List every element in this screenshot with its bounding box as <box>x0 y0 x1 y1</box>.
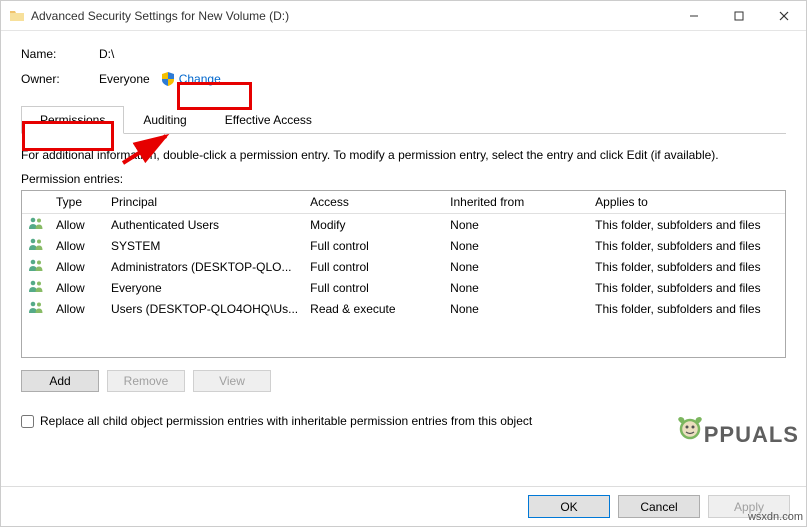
watermark-text: PPUALS <box>704 422 799 448</box>
cell-applies: This folder, subfolders and files <box>589 214 785 236</box>
owner-row: Owner: Everyone Change <box>21 71 786 87</box>
cell-applies: This folder, subfolders and files <box>589 298 785 319</box>
tab-effective-access[interactable]: Effective Access <box>206 106 331 134</box>
dialog-footer: OK Cancel Apply <box>1 486 806 526</box>
users-icon <box>22 256 50 277</box>
ok-button[interactable]: OK <box>528 495 610 518</box>
cell-type: Allow <box>50 214 105 236</box>
col-principal-header[interactable]: Principal <box>105 191 304 214</box>
owner-value: Everyone <box>99 72 150 86</box>
cell-principal: Everyone <box>105 277 304 298</box>
close-button[interactable] <box>761 1 806 30</box>
tab-info-text: For additional information, double-click… <box>21 148 786 162</box>
cell-applies: This folder, subfolders and files <box>589 256 785 277</box>
cell-access: Read & execute <box>304 298 444 319</box>
window-title: Advanced Security Settings for New Volum… <box>31 9 671 23</box>
col-icon-header[interactable] <box>22 191 50 214</box>
table-row[interactable]: AllowAuthenticated UsersModifyNoneThis f… <box>22 214 785 236</box>
owner-label: Owner: <box>21 72 99 86</box>
users-icon <box>22 235 50 256</box>
table-row[interactable]: AllowEveryoneFull controlNoneThis folder… <box>22 277 785 298</box>
cell-access: Full control <box>304 277 444 298</box>
entry-buttons-row: Add Remove View <box>21 370 786 392</box>
maximize-button[interactable] <box>716 1 761 30</box>
cell-access: Full control <box>304 235 444 256</box>
cell-inherited: None <box>444 256 589 277</box>
users-icon <box>22 298 50 319</box>
table-row[interactable]: AllowUsers (DESKTOP-QLO4OHQ\Us...Read & … <box>22 298 785 319</box>
cell-type: Allow <box>50 256 105 277</box>
tab-auditing[interactable]: Auditing <box>124 106 205 134</box>
col-type-header[interactable]: Type <box>50 191 105 214</box>
remove-button: Remove <box>107 370 185 392</box>
col-access-header[interactable]: Access <box>304 191 444 214</box>
cell-applies: This folder, subfolders and files <box>589 277 785 298</box>
cell-inherited: None <box>444 298 589 319</box>
view-button: View <box>193 370 271 392</box>
users-icon <box>22 277 50 298</box>
cell-inherited: None <box>444 214 589 236</box>
users-icon <box>22 214 50 236</box>
cell-inherited: None <box>444 235 589 256</box>
window-controls <box>671 1 806 30</box>
cell-principal: Authenticated Users <box>105 214 304 236</box>
cell-type: Allow <box>50 235 105 256</box>
cell-access: Full control <box>304 256 444 277</box>
cell-type: Allow <box>50 298 105 319</box>
cell-inherited: None <box>444 277 589 298</box>
replace-checkbox-label: Replace all child object permission entr… <box>40 414 532 428</box>
minimize-button[interactable] <box>671 1 716 30</box>
watermark-url: wsxdn.com <box>748 511 803 523</box>
name-value: D:\ <box>99 47 114 61</box>
cell-access: Modify <box>304 214 444 236</box>
add-button[interactable]: Add <box>21 370 99 392</box>
cancel-button[interactable]: Cancel <box>618 495 700 518</box>
permission-entries-table: Type Principal Access Inherited from App… <box>21 190 786 358</box>
cell-principal: Users (DESKTOP-QLO4OHQ\Us... <box>105 298 304 319</box>
name-row: Name: D:\ <box>21 47 786 61</box>
watermark-logo: PPUALS <box>670 415 799 455</box>
cell-principal: Administrators (DESKTOP-QLO... <box>105 256 304 277</box>
replace-checkbox-input[interactable] <box>21 415 34 428</box>
entries-label: Permission entries: <box>21 172 786 186</box>
change-owner-link[interactable]: Change <box>179 72 221 86</box>
cell-type: Allow <box>50 277 105 298</box>
name-label: Name: <box>21 47 99 61</box>
tab-strip: Permissions Auditing Effective Access <box>21 105 786 134</box>
cell-applies: This folder, subfolders and files <box>589 235 785 256</box>
table-row[interactable]: AllowSYSTEMFull controlNoneThis folder, … <box>22 235 785 256</box>
col-inherited-header[interactable]: Inherited from <box>444 191 589 214</box>
tab-permissions[interactable]: Permissions <box>21 106 124 134</box>
cell-principal: SYSTEM <box>105 235 304 256</box>
table-row[interactable]: AllowAdministrators (DESKTOP-QLO...Full … <box>22 256 785 277</box>
table-header-row: Type Principal Access Inherited from App… <box>22 191 785 214</box>
folder-icon <box>9 8 25 24</box>
shield-icon <box>160 71 176 87</box>
col-applies-header[interactable]: Applies to <box>589 191 785 214</box>
titlebar: Advanced Security Settings for New Volum… <box>1 1 806 31</box>
